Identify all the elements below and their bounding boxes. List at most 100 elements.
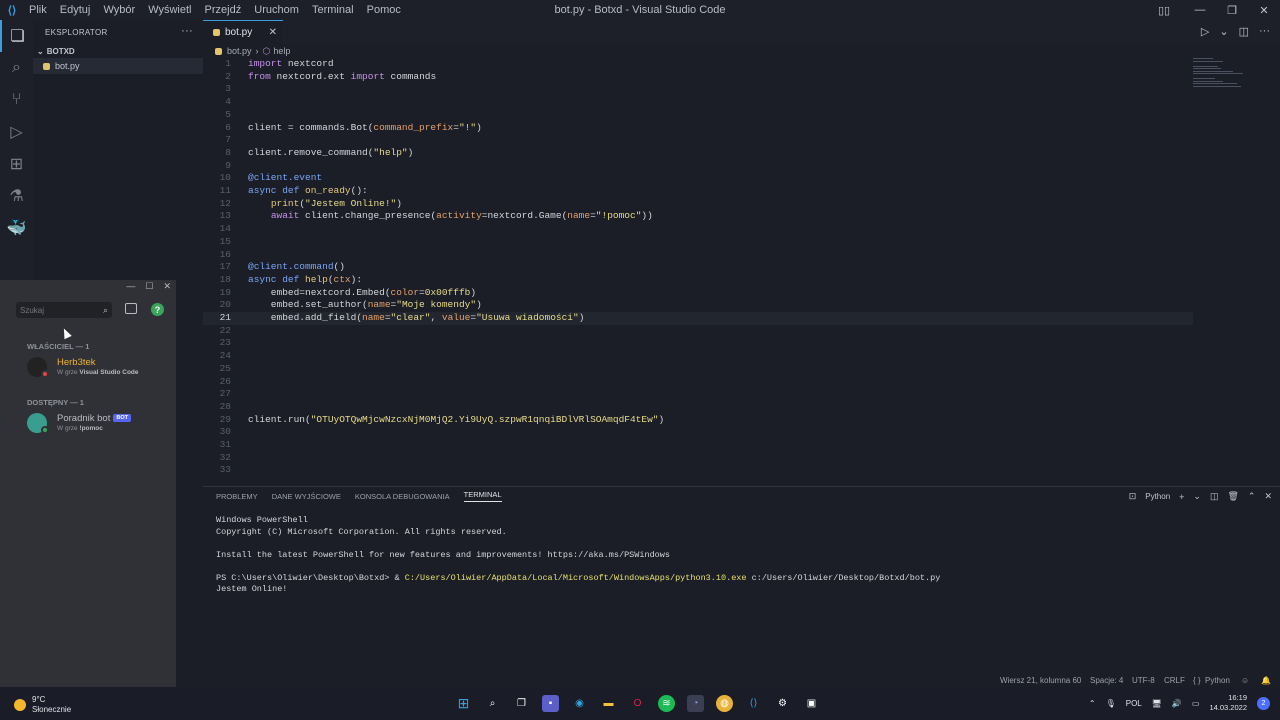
breadcrumb: bot.py › ⬡ help <box>203 44 290 58</box>
menu-bar: Plik Edytuj Wybór Wyświetl Przejdź Uruch… <box>24 4 406 16</box>
terminal-shell-label[interactable]: Python <box>1145 492 1170 501</box>
help-icon[interactable]: ? <box>151 303 164 316</box>
tab-debug-console[interactable]: KONSOLA DEBUGOWANIA <box>355 492 450 501</box>
terminal-output[interactable]: Windows PowerShell Copyright (C) Microso… <box>203 505 1280 606</box>
search-input[interactable]: Szukaj ⌕ <box>16 302 112 318</box>
spotify-icon[interactable]: ≋ <box>658 695 675 712</box>
bell-icon[interactable]: 🔔 <box>1261 676 1271 685</box>
member-name: Poradnik bot BOT <box>57 413 131 424</box>
code-line: 2 from nextcord.ext import commands <box>225 70 437 82</box>
chevron-up-icon[interactable]: ⌃ <box>1089 699 1096 708</box>
close-tab-icon[interactable]: ✕ <box>269 27 277 38</box>
layout-icon[interactable]: ▯▯ <box>1144 4 1184 17</box>
member-activity: W grze !pomoc <box>57 425 103 432</box>
sun-icon <box>14 699 26 711</box>
system-tray: ⌃ 🎙 POL 🖥 🔊 ▭ 16:19 14.03.2022 2 <box>1089 693 1270 713</box>
clock[interactable]: 16:19 14.03.2022 <box>1209 693 1247 713</box>
close-button[interactable]: ✕ <box>163 281 171 292</box>
code-line: 12 print("Jestem Online!") <box>219 197 402 209</box>
close-button[interactable]: ✕ <box>1248 4 1280 17</box>
menu-file[interactable]: Plik <box>29 4 47 16</box>
tab-terminal[interactable]: TERMINAL <box>463 490 502 502</box>
member-activity: W grze Visual Studio Code <box>57 369 139 376</box>
minimap[interactable] <box>1193 58 1273 118</box>
new-terminal-icon[interactable]: + <box>1179 492 1184 502</box>
code-line: 5 <box>225 108 231 120</box>
cursor-position[interactable]: Wiersz 21, kolumna 60 <box>1000 676 1081 685</box>
battery-icon[interactable]: ▭ <box>1192 699 1200 708</box>
close-panel-icon[interactable]: ✕ <box>1264 491 1272 502</box>
microphone-icon[interactable]: 🎙 <box>1106 699 1116 708</box>
terminal-icon[interactable]: ▣ <box>803 695 820 712</box>
inbox-icon[interactable] <box>125 303 137 314</box>
volume-icon[interactable]: 🔊 <box>1172 699 1182 708</box>
member-item[interactable]: Herb3tek W grze Visual Studio Code <box>27 355 172 381</box>
explorer-title: EKSPLORATOR <box>45 27 108 37</box>
testing-icon[interactable]: ⚗ <box>0 180 33 212</box>
menu-selection[interactable]: Wybór <box>103 4 135 16</box>
opera-icon[interactable]: O <box>629 695 646 712</box>
menu-view[interactable]: Wyświetl <box>148 4 191 16</box>
windows-start-icon[interactable]: ⊞ <box>455 695 472 712</box>
notification-badge[interactable]: 2 <box>1257 696 1270 710</box>
restore-button[interactable]: ❐ <box>1216 4 1248 17</box>
run-debug-icon[interactable]: ▷ <box>0 116 33 148</box>
run-file-icon[interactable]: ▷ <box>1201 25 1209 38</box>
tab-bot-py[interactable]: bot.py ✕ <box>203 20 283 44</box>
vscode-icon[interactable]: ⟨⟩ <box>745 695 762 712</box>
tab-output[interactable]: DANE WYJŚCIOWE <box>272 492 341 501</box>
file-item-bot-py[interactable]: bot.py <box>33 58 203 74</box>
network-icon[interactable]: 🖥 <box>1152 699 1162 708</box>
menu-run[interactable]: Uruchom <box>254 4 299 16</box>
discord-member-window: — ☐ ✕ Szukaj ⌕ ? WŁAŚCICIEL — 1 Herb3tek… <box>0 280 176 687</box>
more-actions-icon[interactable]: ··· <box>1259 25 1270 38</box>
discord-icon[interactable]: ◔ <box>687 695 704 712</box>
language-mode[interactable]: Python <box>1205 676 1230 685</box>
breadcrumb-symbol[interactable]: help <box>273 46 290 56</box>
task-view-icon[interactable]: ❐ <box>513 695 530 712</box>
edge-icon[interactable]: ◉ <box>571 695 588 712</box>
file-explorer-icon[interactable]: ▬ <box>600 695 617 712</box>
line-ending[interactable]: CRLF <box>1164 676 1185 685</box>
chat-icon[interactable]: ▪ <box>542 695 559 712</box>
encoding[interactable]: UTF-8 <box>1132 676 1155 685</box>
explorer-icon[interactable]: ❏ <box>0 20 33 52</box>
chevron-down-icon[interactable]: ⌄ <box>1219 25 1228 38</box>
member-item[interactable]: Poradnik bot BOT W grze !pomoc <box>27 411 172 437</box>
chevron-up-icon[interactable]: ⌃ <box>1248 491 1256 502</box>
menu-help[interactable]: Pomoc <box>367 4 401 16</box>
bottom-panel: PROBLEMY DANE WYJŚCIOWE KONSOLA DEBUGOWA… <box>203 486 1280 676</box>
extensions-icon[interactable]: ⊞ <box>0 148 33 180</box>
menu-go[interactable]: Przejdź <box>205 4 242 16</box>
folder-item[interactable]: ⌄ BOTXD <box>33 44 203 58</box>
more-actions-icon[interactable]: ··· <box>181 25 193 37</box>
menu-edit[interactable]: Edytuj <box>60 4 91 16</box>
tab-problems[interactable]: PROBLEMY <box>216 492 258 501</box>
menu-terminal[interactable]: Terminal <box>312 4 354 16</box>
chevron-down-icon[interactable]: ⌄ <box>1193 491 1201 502</box>
weather-widget[interactable]: 9°C Słonecznie <box>14 695 71 715</box>
feedback-icon[interactable]: ☺ <box>1241 676 1249 685</box>
breadcrumb-file[interactable]: bot.py <box>227 46 252 56</box>
search-icon[interactable]: ⌕ <box>0 52 33 84</box>
date: 14.03.2022 <box>1209 703 1247 712</box>
chrome-icon[interactable]: ◍ <box>716 695 733 712</box>
steam-icon[interactable]: ⚙ <box>774 695 791 712</box>
split-terminal-icon[interactable]: ◫ <box>1210 491 1219 502</box>
code-line: 30 <box>219 426 231 438</box>
docker-icon[interactable]: 🐳 <box>0 212 33 244</box>
minimize-button[interactable]: — <box>126 281 135 291</box>
code-line: 19 embed=nextcord.Embed(color=0x00fffb) <box>219 286 477 298</box>
indent-setting[interactable]: Spacje: 4 <box>1090 676 1123 685</box>
maximize-button[interactable]: ☐ <box>145 281 153 292</box>
split-editor-icon[interactable]: ◫ <box>1239 25 1249 38</box>
source-control-icon[interactable]: ⑂ <box>0 84 33 116</box>
code-line: 32 <box>219 451 231 463</box>
code-line: 26 <box>219 375 231 387</box>
trash-icon[interactable]: 🗑 <box>1227 491 1238 502</box>
minimize-button[interactable]: — <box>1184 4 1216 16</box>
search-icon[interactable]: ⌕ <box>484 695 501 712</box>
code-line: 9 <box>225 159 231 171</box>
code-editor[interactable]: 1 import nextcord 2 from nextcord.ext impo… <box>203 58 1280 482</box>
language-indicator[interactable]: POL <box>1126 699 1142 708</box>
